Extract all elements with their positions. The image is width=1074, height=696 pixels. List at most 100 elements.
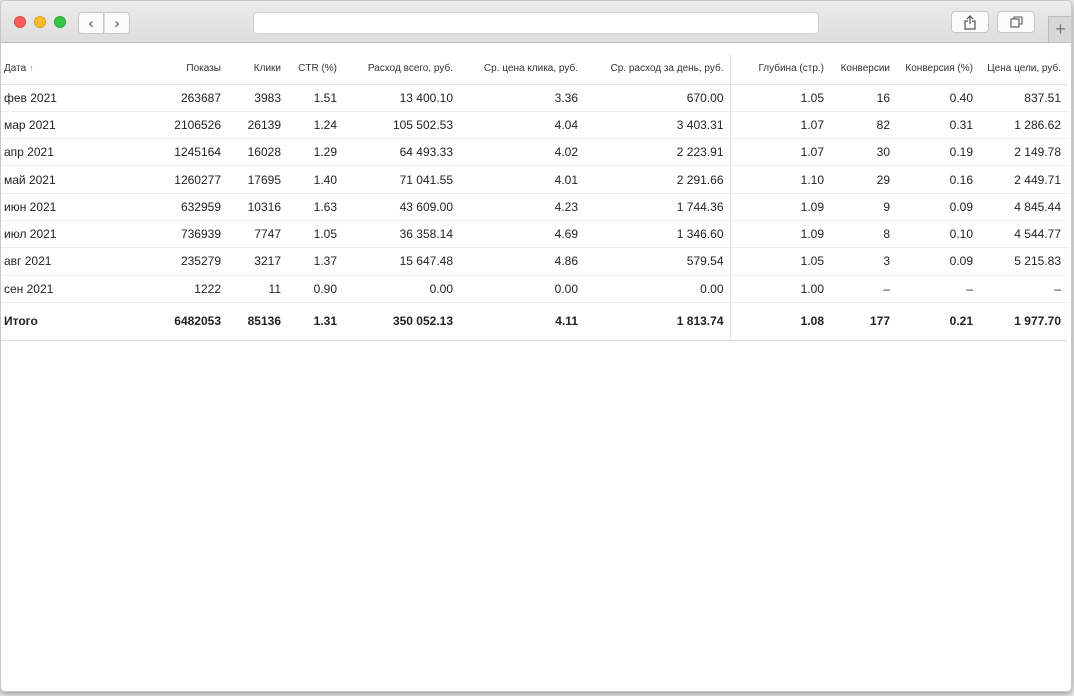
cell-total-spend: 64 493.33 (343, 138, 459, 167)
cell-clicks: 11 (227, 275, 287, 303)
cell-clicks: 3983 (227, 84, 287, 112)
sort-ascending-icon: ↑ (28, 63, 34, 74)
cell-clicks: 16028 (227, 138, 287, 167)
cell-depth: 1.05 (730, 84, 830, 112)
share-icon (964, 14, 976, 30)
cell-clicks: 17695 (227, 165, 287, 194)
cell-ctr: 1.29 (287, 138, 343, 167)
cell-date: май 2021 (1, 165, 71, 194)
cell-impressions: 2106526 (71, 111, 227, 140)
cell-date: апр 2021 (1, 138, 71, 167)
cell-depth: 1.10 (730, 165, 830, 194)
new-tab-button[interactable]: + (1048, 16, 1071, 42)
forward-button[interactable]: › (104, 12, 130, 34)
cell-impressions: 263687 (71, 84, 227, 112)
chevron-left-icon: ‹ (88, 14, 94, 32)
cell-impressions: 1260277 (71, 165, 227, 194)
cell-date: июл 2021 (1, 220, 71, 249)
cell-date: авг 2021 (1, 247, 71, 276)
close-window-button[interactable] (14, 16, 26, 28)
column-header-impressions[interactable]: Показы (71, 54, 227, 85)
cell-date: июн 2021 (1, 193, 71, 221)
table-row: авг 2021 235279 3217 1.37 15 647.48 4.86… (1, 247, 1067, 276)
page-content: Дата ↑ Показы Клики CTR (%) Расход всего… (1, 44, 1071, 691)
cell-conversion-rate: 0.16 (896, 165, 979, 194)
column-header-depth[interactable]: Глубина (стр.) (730, 54, 830, 85)
column-header-ctr[interactable]: CTR (%) (287, 54, 343, 85)
cell-total-spend: 350 052.13 (343, 302, 459, 341)
cell-goal-cost: 837.51 (979, 84, 1067, 112)
cell-conversion-rate: – (896, 275, 979, 303)
column-header-date[interactable]: Дата ↑ (1, 54, 71, 85)
cell-conversion-rate: 0.31 (896, 111, 979, 140)
cell-avg-cpc: 0.00 (459, 275, 584, 303)
cell-conversion-rate: 0.21 (896, 302, 979, 341)
column-header-goal-cost[interactable]: Цена цели, руб. (979, 54, 1067, 85)
table-row: июн 2021 632959 10316 1.63 43 609.00 4.2… (1, 193, 1067, 221)
cell-goal-cost: 4 544.77 (979, 220, 1067, 249)
chevron-right-icon: › (114, 14, 120, 32)
cell-depth: 1.07 (730, 138, 830, 167)
cell-goal-cost: 1 977.70 (979, 302, 1067, 341)
table-row: июл 2021 736939 7747 1.05 36 358.14 4.69… (1, 220, 1067, 249)
column-header-total-spend[interactable]: Расход всего, руб. (343, 54, 459, 85)
cell-impressions: 1245164 (71, 138, 227, 167)
browser-window: ‹ › + Дата ↑ Показы Клики CTR (%) Расход… (0, 0, 1072, 692)
table-row: фев 2021 263687 3983 1.51 13 400.10 3.36… (1, 84, 1067, 112)
cell-goal-cost: 1 286.62 (979, 111, 1067, 140)
cell-avg-daily-spend: 579.54 (584, 247, 731, 276)
share-button[interactable] (951, 11, 989, 33)
cell-depth: 1.09 (730, 220, 830, 249)
browser-toolbar: ‹ › + (1, 1, 1071, 43)
address-bar[interactable] (253, 12, 819, 34)
cell-goal-cost: 2 149.78 (979, 138, 1067, 167)
cell-ctr: 1.63 (287, 193, 343, 221)
cell-avg-daily-spend: 2 223.91 (584, 138, 731, 167)
cell-avg-daily-spend: 0.00 (584, 275, 731, 303)
cell-date: сен 2021 (1, 275, 71, 303)
cell-ctr: 1.37 (287, 247, 343, 276)
cell-avg-daily-spend: 3 403.31 (584, 111, 731, 140)
minimize-window-button[interactable] (34, 16, 46, 28)
column-header-avg-cpc[interactable]: Ср. цена клика, руб. (459, 54, 584, 85)
table-row: сен 2021 1222 11 0.90 0.00 0.00 0.00 1.0… (1, 275, 1067, 303)
cell-total-spend: 13 400.10 (343, 84, 459, 112)
cell-ctr: 1.40 (287, 165, 343, 194)
cell-date: фев 2021 (1, 84, 71, 112)
cell-conversions: 9 (830, 193, 896, 221)
column-header-conversions[interactable]: Конверсии (830, 54, 896, 85)
cell-conversion-rate: 0.19 (896, 138, 979, 167)
column-header-avg-daily-spend[interactable]: Ср. расход за день, руб. (584, 54, 731, 85)
cell-avg-cpc: 3.36 (459, 84, 584, 112)
cell-avg-daily-spend: 1 744.36 (584, 193, 731, 221)
table-row: апр 2021 1245164 16028 1.29 64 493.33 4.… (1, 138, 1067, 167)
table-row: май 2021 1260277 17695 1.40 71 041.55 4.… (1, 165, 1067, 194)
column-header-conversion-rate[interactable]: Конверсия (%) (896, 54, 979, 85)
maximize-window-button[interactable] (54, 16, 66, 28)
cell-goal-cost: – (979, 275, 1067, 303)
show-tabs-button[interactable] (997, 11, 1035, 33)
cell-depth: 1.05 (730, 247, 830, 276)
cell-avg-cpc: 4.86 (459, 247, 584, 276)
cell-depth: 1.09 (730, 193, 830, 221)
cell-clicks: 10316 (227, 193, 287, 221)
cell-total-spend: 71 041.55 (343, 165, 459, 194)
tabs-overview-icon (1009, 16, 1023, 28)
cell-total-spend: 43 609.00 (343, 193, 459, 221)
back-button[interactable]: ‹ (78, 12, 104, 34)
cell-clicks: 85136 (227, 302, 287, 341)
cell-depth: 1.08 (730, 302, 830, 341)
cell-conversion-rate: 0.09 (896, 193, 979, 221)
cell-avg-cpc: 4.04 (459, 111, 584, 140)
cell-total-spend: 0.00 (343, 275, 459, 303)
cell-conversions: 8 (830, 220, 896, 249)
totals-row: Итого 6482053 85136 1.31 350 052.13 4.11… (1, 302, 1067, 341)
cell-avg-daily-spend: 670.00 (584, 84, 731, 112)
cell-avg-cpc: 4.69 (459, 220, 584, 249)
column-header-clicks[interactable]: Клики (227, 54, 287, 85)
plus-icon: + (1055, 19, 1066, 39)
cell-ctr: 1.31 (287, 302, 343, 341)
cell-ctr: 1.51 (287, 84, 343, 112)
cell-conversions: 177 (830, 302, 896, 341)
cell-avg-cpc: 4.02 (459, 138, 584, 167)
